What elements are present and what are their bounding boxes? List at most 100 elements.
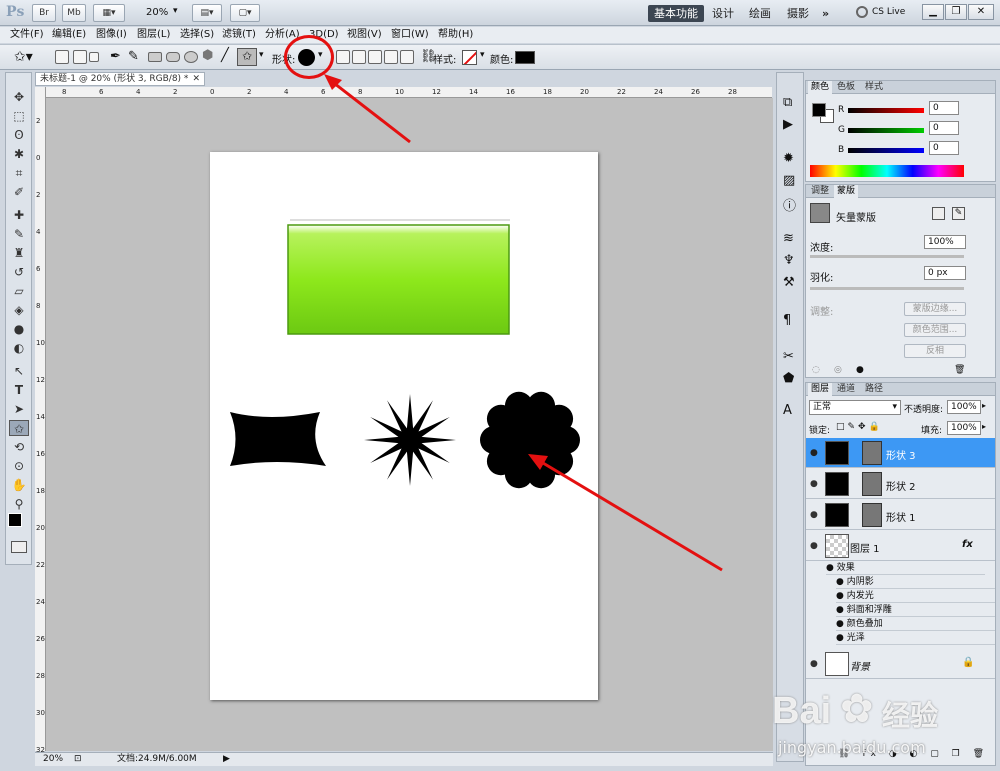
status-zoom[interactable]: 20% [43,753,63,766]
lasso-tool-icon[interactable]: ʘ [9,127,29,143]
style-dropdown-icon[interactable]: ▾ [480,50,485,60]
layer-row-shape-1[interactable]: ● 形状 1 [806,500,995,530]
tab-styles[interactable]: 样式 [862,81,886,94]
dodge-tool-icon[interactable]: ◐ [9,340,29,356]
cs-live-icon[interactable] [856,6,868,18]
new-shape-layer-icon[interactable] [336,50,350,64]
density-slider[interactable] [810,255,964,258]
load-selection-icon[interactable]: ◌ [812,365,820,375]
intersect-shape-area-icon[interactable] [384,50,398,64]
rectangle-tool-icon[interactable] [148,52,162,62]
custom-shape-tool-icon[interactable]: ✩ [237,48,257,66]
document-canvas[interactable] [210,152,598,700]
effect-eye-icon[interactable]: ● [836,591,847,601]
style-swatch-icon[interactable] [462,50,477,65]
hand-tool-icon[interactable]: ✋ [9,477,29,493]
quick-mask-icon[interactable] [11,541,27,553]
cs-live-label[interactable]: CS Live [872,7,905,17]
fx-icon[interactable]: fx [962,539,973,550]
ellipse-tool-icon[interactable] [184,51,198,63]
visibility-eye-icon[interactable]: ● [810,541,818,551]
effect-inner-glow[interactable]: ● 内发光 [836,589,995,603]
mini-bridge-button[interactable]: Mb [62,4,86,22]
tab-layers[interactable]: 图层 [808,383,833,396]
foreground-color-swatch-panel[interactable] [812,103,826,117]
zoom-level[interactable]: 20% [146,7,168,18]
status-menu-icon[interactable]: ▶ [223,753,230,766]
pen-tool-icon[interactable]: ✒ [110,49,121,64]
document-tab[interactable]: 未标题-1 @ 20% (形状 3, RGB/8) * ✕ [35,72,205,86]
add-shape-area-icon[interactable] [352,50,366,64]
visibility-eye-icon[interactable]: ● [810,448,818,458]
blend-mode-select[interactable]: 正常 ▾ [809,400,901,415]
lock-icons[interactable]: □✎✥🔒 [836,422,883,432]
exclude-shape-area-icon[interactable] [400,50,414,64]
density-value[interactable]: 100% [924,235,966,249]
layer-row-background[interactable]: ● 背景 🔒 [806,649,995,679]
color-swatch[interactable] [515,51,535,64]
workspace-more[interactable]: » [816,5,835,22]
status-icon[interactable]: ⊡ [74,753,82,766]
rounded-rectangle-icon[interactable] [166,52,180,62]
effects-header[interactable]: ● 效果 [826,561,985,575]
menu-image[interactable]: 图像(I) [96,28,127,42]
clone-stamp-icon[interactable]: ♜ [9,245,29,261]
tab-masks[interactable]: 蒙版 [834,185,859,198]
tab-swatches[interactable]: 色板 [834,81,858,94]
layer-row-shape-3[interactable]: ● 形状 3 [806,438,995,468]
channel-r-value[interactable]: 0 [929,101,959,115]
histogram-panel-icon[interactable]: ▨ [783,173,795,188]
menu-filter[interactable]: 滤镜(T) [222,28,256,42]
close-document-icon[interactable]: ✕ [192,73,200,85]
shape-layers-icon[interactable] [55,50,69,64]
opacity-slider-icon[interactable]: ▸ [982,401,986,410]
apply-mask-icon[interactable]: ◎ [834,365,842,375]
character-panel-icon[interactable]: A [783,403,792,418]
effect-eye-icon[interactable]: ● [836,605,847,615]
feather-value[interactable]: 0 px [924,266,966,280]
layer-name[interactable]: 背景 [850,658,870,673]
move-tool-icon[interactable]: ✥ [9,89,29,105]
layer-name[interactable]: 图层 1 [850,540,880,555]
menu-file[interactable]: 文件(F) [10,28,44,42]
view-extras-button[interactable]: ▦▾ [93,4,125,22]
effect-color-overlay[interactable]: ● 颜色叠加 [836,617,995,631]
channel-g-value[interactable]: 0 [929,121,959,135]
workspace-design[interactable]: 设计 [706,5,740,22]
history-brush-icon[interactable]: ↺ [9,264,29,280]
geometry-options-icon[interactable]: ▾ [259,50,264,60]
color-range-button[interactable]: 颜色范围... [904,323,966,337]
paths-icon[interactable] [73,50,87,64]
menu-view[interactable]: 视图(V) [347,28,382,42]
layer-row-shape-2[interactable]: ● 形状 2 [806,469,995,499]
history-panel-icon[interactable]: ⧉ [783,95,792,110]
layer-name[interactable]: 形状 2 [886,478,916,493]
navigator-panel-icon[interactable]: ✹ [783,151,794,166]
brush-tool-icon[interactable]: ✎ [9,226,29,242]
foreground-color-swatch[interactable] [8,513,22,527]
tools-panel-icon[interactable]: ✂ [783,349,794,364]
menu-layer[interactable]: 图层(L) [137,28,170,42]
actions-panel-icon[interactable]: ▶ [783,117,793,132]
toggle-mask-icon[interactable]: ● [856,365,864,375]
workspace-essentials[interactable]: 基本功能 [648,5,704,22]
quick-selection-icon[interactable]: ✱ [9,146,29,162]
tool-presets-icon[interactable]: ⚒ [783,275,795,290]
delete-mask-icon[interactable]: 🗑 [954,365,965,375]
fill-value[interactable]: 100% [947,421,981,435]
custom-shape-tool-active-icon[interactable]: ✩ [9,420,29,436]
paragraph-panel-icon[interactable]: ¶ [783,313,791,328]
channel-b-value[interactable]: 0 [929,141,959,155]
spot-healing-icon[interactable]: ✚ [9,207,29,223]
vector-mask-icon[interactable]: ✎ [952,207,965,220]
bridge-button[interactable]: Br [32,4,56,22]
channel-r-slider[interactable] [848,108,924,113]
info-panel-icon[interactable]: ⓘ [783,195,796,214]
effects-eye-icon[interactable]: ● [826,563,837,573]
pixel-mask-icon[interactable] [932,207,945,220]
tab-color[interactable]: 颜色 [808,81,833,94]
3d-rotate-icon[interactable]: ⟲ [9,439,29,455]
channel-g-slider[interactable] [848,128,924,133]
layer-row-layer-1[interactable]: ● 图层 1 fx [806,531,995,561]
menu-select[interactable]: 选择(S) [180,28,214,42]
